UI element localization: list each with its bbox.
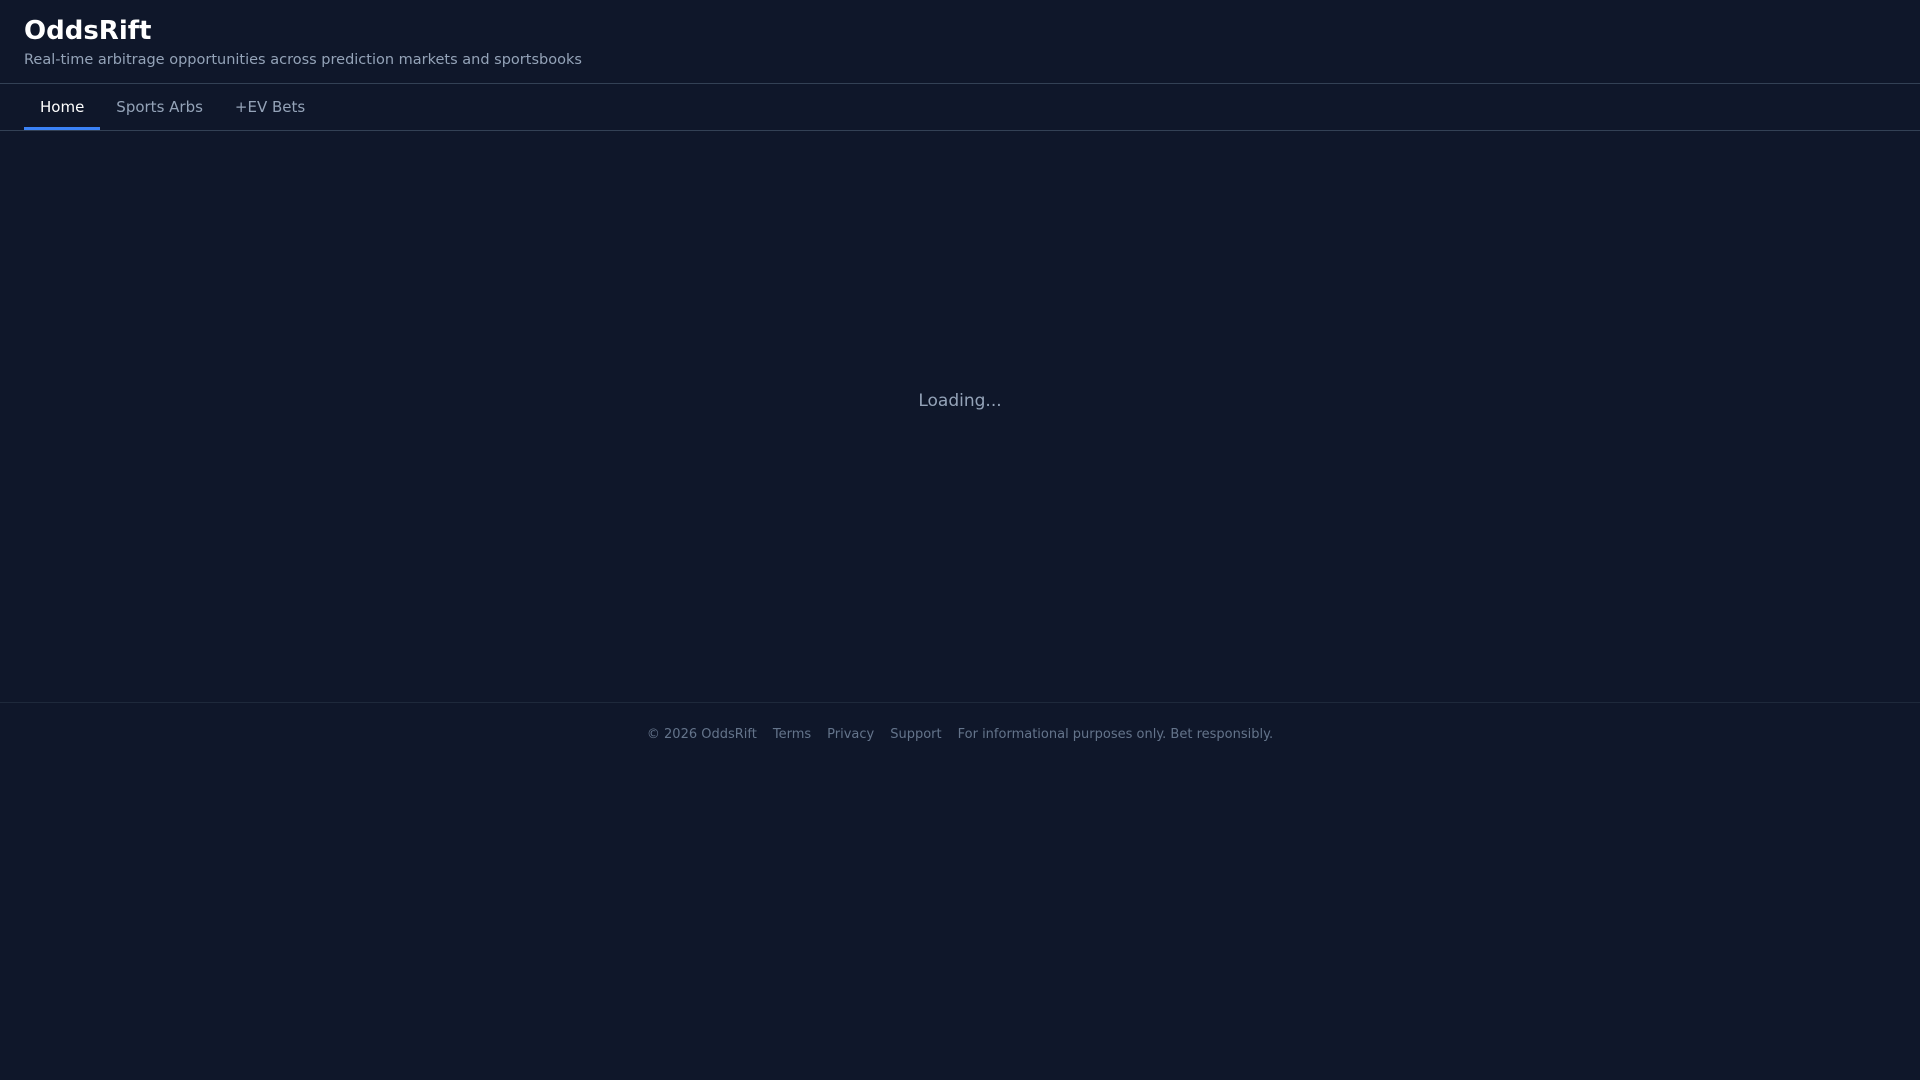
footer-copyright: © 2026 OddsRift (646, 727, 757, 742)
footer-link-privacy[interactable]: Privacy (827, 727, 874, 742)
app-subtitle: Real-time arbitrage opportunities across… (24, 52, 582, 68)
app-header: OddsRift Real-time arbitrage opportuniti… (0, 0, 1920, 84)
main-nav-tabs: Home Sports Arbs +EV Bets (0, 84, 1920, 131)
tab-home[interactable]: Home (24, 84, 101, 130)
footer-link-terms[interactable]: Terms (773, 727, 811, 742)
main-content: Loading... (0, 131, 1920, 703)
footer: © 2026 OddsRift Terms Privacy Support Fo… (0, 703, 1920, 742)
tab-ev-bets[interactable]: +EV Bets (219, 84, 321, 130)
loading-indicator: Loading... (918, 391, 1002, 411)
footer-disclaimer: For informational purposes only. Bet res… (957, 727, 1274, 742)
tab-sports-arbs[interactable]: Sports Arbs (100, 84, 219, 130)
app-title: OddsRift (24, 16, 152, 46)
footer-link-support[interactable]: Support (890, 727, 941, 742)
